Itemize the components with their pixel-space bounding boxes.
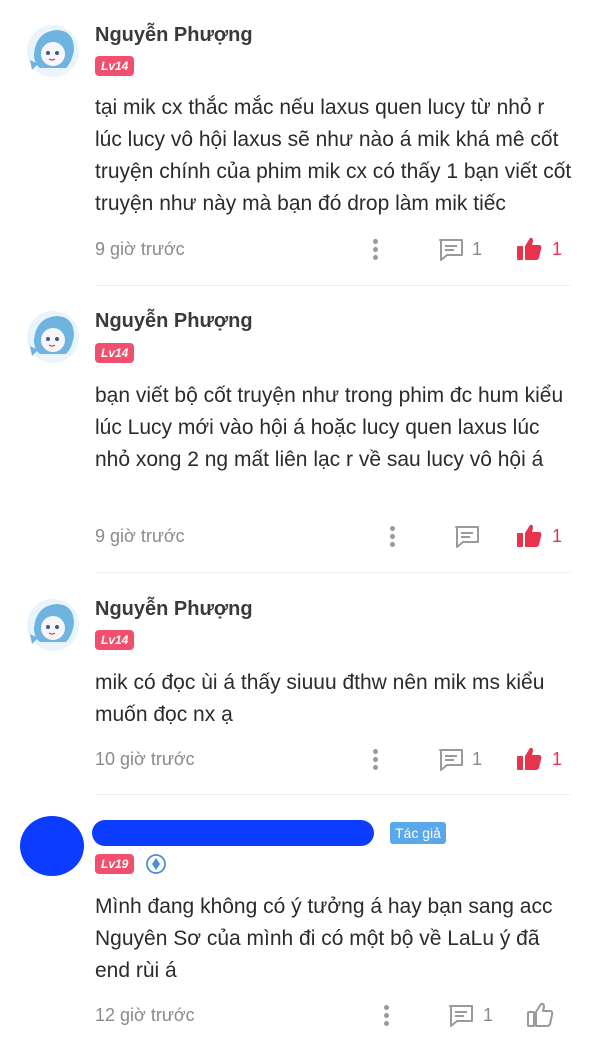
comment-footer: 9 giờ trước 1 1	[0, 235, 600, 265]
thumbs-up-icon[interactable]	[515, 235, 543, 263]
level-badge: Lv19	[95, 854, 135, 874]
timestamp: 9 giờ trước	[95, 526, 185, 546]
more-vertical-icon[interactable]	[370, 237, 380, 263]
timestamp: 9 giờ trước	[95, 239, 185, 259]
avatar[interactable]	[26, 24, 80, 78]
comment-text: bạn viết bộ cốt truyện như trong phim đc…	[95, 384, 564, 471]
comment-footer: 10 giờ trước 1 1	[0, 745, 600, 775]
username[interactable]: Nguyễn Phượng	[95, 310, 253, 333]
comment-item: Tác giả Lv19 Mình đang không có ý tưởng …	[0, 800, 600, 1050]
like-count: 1	[552, 526, 563, 546]
redaction-mark	[20, 816, 84, 876]
like-count: 1	[552, 239, 563, 259]
timestamp: 12 giờ trước	[95, 1005, 195, 1025]
username[interactable]: Nguyễn Phượng	[95, 598, 253, 621]
avatar[interactable]	[26, 598, 80, 652]
comment-text: tại mik cx thắc mắc nếu laxus quen lucy …	[95, 96, 572, 215]
comment-bubble-icon[interactable]	[437, 747, 465, 773]
avatar[interactable]	[20, 816, 86, 878]
reply-count: 1	[483, 1005, 494, 1025]
comment-bubble-icon[interactable]	[453, 524, 481, 550]
thumbs-up-icon[interactable]	[515, 745, 543, 773]
comment-item: Nguyễn Phượng Lv14 tại mik cx thắc mắc n…	[0, 0, 600, 290]
comment-footer: 12 giờ trước 1	[0, 1001, 600, 1031]
comment-text: Mình đang không có ý tưởng á hay bạn san…	[95, 895, 553, 982]
comment-bubble-icon[interactable]	[447, 1003, 475, 1029]
thumbs-up-icon[interactable]	[526, 1001, 554, 1029]
level-badge: Lv14	[95, 343, 135, 363]
author-badge: Tác giả	[390, 822, 446, 844]
divider	[95, 794, 570, 795]
more-vertical-icon[interactable]	[381, 1003, 391, 1029]
username[interactable]: Nguyễn Phượng	[95, 24, 253, 47]
level-badge: Lv14	[95, 56, 135, 76]
reply-count: 1	[472, 749, 483, 769]
comment-item: Nguyễn Phượng Lv14 mik có đọc ùi á thấy …	[0, 578, 600, 800]
divider	[95, 572, 570, 573]
reply-count: 1	[472, 239, 483, 259]
like-count: 1	[552, 749, 563, 769]
redaction-mark	[92, 820, 374, 846]
comment-footer: 9 giờ trước 1	[0, 522, 600, 552]
level-badge: Lv14	[95, 630, 135, 650]
more-vertical-icon[interactable]	[370, 747, 380, 773]
comment-text: mik có đọc ùi á thấy siuuu đthw nên mik …	[95, 671, 545, 726]
avatar[interactable]	[26, 310, 80, 364]
comment-bubble-icon[interactable]	[437, 237, 465, 263]
more-vertical-icon[interactable]	[387, 524, 397, 550]
verified-badge-icon	[146, 854, 166, 874]
comment-item: Nguyễn Phượng Lv14 bạn viết bộ cốt truyệ…	[0, 290, 600, 578]
divider	[95, 285, 570, 286]
thumbs-up-icon[interactable]	[515, 522, 543, 550]
timestamp: 10 giờ trước	[95, 749, 195, 769]
